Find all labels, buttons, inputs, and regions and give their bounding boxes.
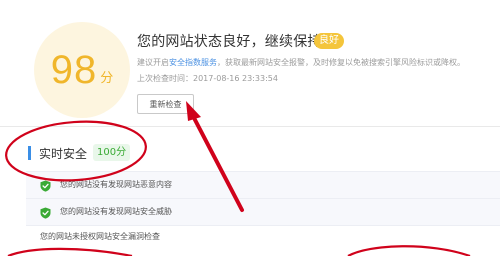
shield-check-icon [40,207,51,219]
score-unit: 分 [100,70,114,86]
section-accent-bar [28,146,31,160]
row-text: 您的网站没有发现网站安全威胁 [60,207,172,216]
row-text: 您的网站未授权网站安全漏洞检查 [40,232,160,241]
security-check-row: 您的网站没有发现网站安全威胁 [26,198,500,226]
security-check-row: 您的网站没有发现网站恶意内容 [26,171,500,198]
screenshot-stage: 98 分 您的网站状态良好，继续保持哦 良好 建议开启安全指数服务，获取最新网站… [0,0,500,256]
row-text: 您的网站没有发现网站恶意内容 [60,180,172,189]
advice-suffix: ，获取最新网站安全报警，及时修复以免被搜索引擎风险标识或降权。 [217,58,465,67]
status-badge: 良好 [314,33,344,49]
security-index-service-link[interactable]: 安全指数服务 [169,58,217,67]
advice-prefix: 建议开启 [137,58,169,67]
section-title: 实时安全 [39,147,88,161]
section-divider [0,126,500,127]
advice-text: 建议开启安全指数服务，获取最新网站安全报警，及时修复以免被搜索引擎风险标识或降权… [137,57,465,68]
status-title: 您的网站状态良好，继续保持哦 [137,34,336,50]
shield-check-icon [40,180,51,192]
section-score-badge: 100分 [93,144,131,161]
security-check-row: 您的网站未授权网站安全漏洞检查 [26,226,500,252]
recheck-button[interactable]: 重新检查 [137,94,194,114]
site-status-card: 98 分 您的网站状态良好，继续保持哦 良好 建议开启安全指数服务，获取最新网站… [0,0,500,256]
score-value: 98 [50,48,98,92]
score-circle: 98 分 [34,22,130,118]
last-check-time: 上次检查时间：2017-08-16 23:33:54 [137,74,278,83]
